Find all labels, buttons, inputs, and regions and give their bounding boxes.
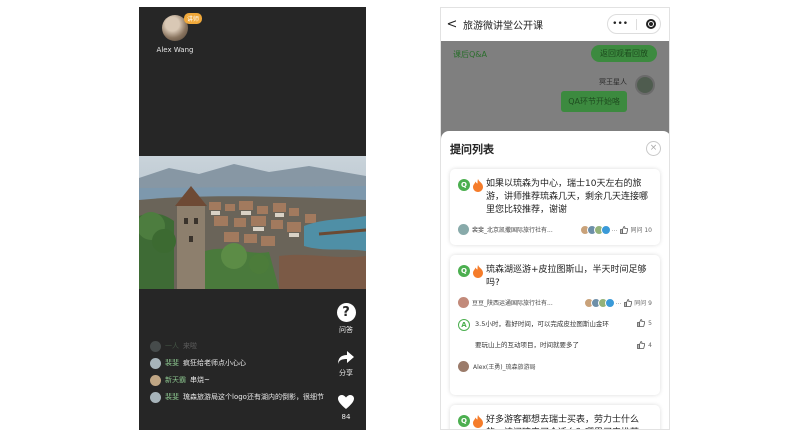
a-badge-icon: A bbox=[458, 319, 470, 331]
chat-bubble: QA环节开始咯 bbox=[561, 91, 627, 112]
like-count: 84 bbox=[341, 413, 351, 421]
thumb-up-icon bbox=[637, 341, 646, 349]
asker-name: 裴斐_北京凯撒国际旅行社有... bbox=[472, 227, 553, 234]
qa-button-label: 问答 bbox=[339, 326, 353, 334]
like-button[interactable]: 84 bbox=[334, 394, 358, 421]
asker-avatar bbox=[458, 224, 469, 235]
asker-name: 豆豆_陕西运通国际旅行社有... bbox=[472, 300, 553, 307]
answerer-avatar bbox=[458, 361, 469, 372]
same-question-count: 同问 9 bbox=[634, 300, 652, 307]
commenter-name: 一人 bbox=[165, 342, 179, 350]
question-card[interactable]: Q 好多游客都想去瑞士买表，劳力士什么的，请问琉森买合适么？哪里买表推荐 bbox=[450, 405, 660, 429]
host-tag: 讲师 bbox=[183, 13, 202, 24]
comment-text: 串烧~ bbox=[190, 376, 210, 384]
same-question-button[interactable]: 同问 10 bbox=[620, 225, 652, 234]
fire-icon bbox=[473, 265, 483, 278]
comment-item: 裴斐 琉森旅游局这个logo还有湖内的倒影，很细节 bbox=[150, 392, 335, 403]
thumb-up-icon bbox=[624, 298, 633, 307]
nav-bar: < 旅游微讲堂公开课 ••• bbox=[441, 8, 669, 41]
comment-item: 新天霸 串烧~ bbox=[150, 375, 335, 386]
question-text: 如果以琉森为中心，瑞士10天左右的旅游，讲师推荐琉森几天，剩余几天连接哪里您比较… bbox=[486, 179, 649, 215]
qa-section-title: 课后Q&A bbox=[453, 50, 488, 59]
live-stream-screen: 讲师 Alex Wang ? 问答 分享 84 一人 来啦 裴斐 疯狂给老师点小… bbox=[139, 7, 366, 430]
close-circle-icon[interactable] bbox=[645, 19, 656, 29]
same-question-avatars: ... bbox=[579, 224, 617, 235]
q-badge-icon: Q bbox=[458, 265, 470, 277]
share-button[interactable]: 分享 bbox=[334, 350, 358, 378]
question-text: 好多游客都想去瑞士买表，劳力士什么的，请问琉森买合适么？哪里买表推荐 bbox=[486, 415, 640, 429]
commenter-avatar bbox=[150, 375, 161, 386]
replay-button[interactable]: 返回观看回放 bbox=[591, 45, 657, 62]
answer-like-count: 5 bbox=[648, 319, 652, 327]
comment-item: 一人 来啦 bbox=[150, 341, 335, 352]
answer-like-button[interactable]: 4 bbox=[637, 340, 652, 350]
question-icon: ? bbox=[336, 303, 356, 322]
same-question-avatars: ... bbox=[583, 297, 621, 308]
answer-text: 3.5小时，看好时间，可以完成皮拉图斯山金环 bbox=[475, 320, 609, 328]
more-dots-icon[interactable]: ••• bbox=[612, 19, 628, 29]
host-name: Alex Wang bbox=[156, 46, 194, 54]
back-chevron-icon[interactable]: < bbox=[441, 17, 463, 32]
answer-item: A 3.5小时，看好时间，可以完成皮拉图斯山金环 5 bbox=[458, 319, 652, 331]
thumb-up-icon bbox=[620, 225, 629, 234]
share-button-label: 分享 bbox=[339, 369, 353, 377]
commenter-name: 裴斐 bbox=[165, 359, 179, 367]
lucerne-city-view bbox=[139, 156, 366, 289]
comment-text: 来啦 bbox=[183, 342, 197, 350]
same-question-button[interactable]: 同问 9 bbox=[624, 298, 652, 307]
host-info[interactable]: 讲师 Alex Wang bbox=[145, 13, 205, 54]
comment-item: 裴斐 疯狂给老师点小心心 bbox=[150, 358, 335, 369]
capsule-divider bbox=[636, 18, 638, 30]
share-arrow-icon bbox=[338, 351, 354, 364]
qa-button[interactable]: ? 问答 bbox=[334, 303, 358, 335]
close-icon[interactable]: × bbox=[646, 141, 661, 156]
chat-user-avatar bbox=[635, 75, 655, 95]
answerer-name: Alex(王勇)_琉森旅游局 bbox=[473, 364, 536, 371]
screenshot: 讲师 Alex Wang ? 问答 分享 84 一人 来啦 裴斐 疯狂给老师点小… bbox=[0, 0, 800, 440]
commenter-name: 裴斐 bbox=[165, 393, 179, 401]
panel-title: 提问列表 bbox=[450, 143, 494, 156]
asker-avatar bbox=[458, 297, 469, 308]
q-badge-icon: Q bbox=[458, 415, 470, 427]
comment-text: 琉森旅游局这个logo还有湖内的倒影，很细节 bbox=[183, 393, 324, 401]
same-question-count: 同问 10 bbox=[630, 227, 652, 234]
mini-program-screen: < 旅游微讲堂公开课 ••• 课后Q&A 返回观看回放 冥王星人 QA环节开始咯… bbox=[440, 7, 670, 430]
fire-icon bbox=[473, 415, 483, 428]
q-badge-icon: Q bbox=[458, 179, 470, 191]
capsule-menu: ••• bbox=[607, 14, 661, 34]
heart-icon bbox=[338, 395, 354, 409]
answer-like-count: 4 bbox=[648, 341, 652, 349]
host-avatar[interactable]: 讲师 bbox=[162, 13, 202, 41]
commenter-avatar bbox=[150, 358, 161, 369]
commenter-avatar bbox=[150, 392, 161, 403]
comment-feed: 一人 来啦 裴斐 疯狂给老师点小心心 新天霸 串烧~ 裴斐 琉森旅游局这个log… bbox=[150, 341, 335, 409]
thumb-up-icon bbox=[637, 319, 646, 327]
question-card[interactable]: Q 琉森湖巡游+皮拉图斯山，半天时间足够吗? 豆豆_陕西运通国际旅行社有... … bbox=[450, 255, 660, 395]
video-player[interactable] bbox=[139, 156, 366, 289]
commenter-name: 新天霸 bbox=[165, 376, 186, 384]
answer-like-button[interactable]: 5 bbox=[637, 319, 652, 327]
answer-item: 要玩山上的互动项目，时间就要多了 4 bbox=[458, 340, 652, 350]
comment-text: 疯狂给老师点小心心 bbox=[183, 359, 246, 367]
fire-icon bbox=[473, 179, 483, 192]
page-title: 旅游微讲堂公开课 bbox=[463, 21, 543, 32]
question-list-panel: 提问列表 × Q 如果以琉森为中心，瑞士10天左右的旅游，讲师推荐琉森几天，剩余… bbox=[441, 131, 669, 429]
question-card[interactable]: Q 如果以琉森为中心，瑞士10天左右的旅游，讲师推荐琉森几天，剩余几天连接哪里您… bbox=[450, 169, 660, 245]
chat-user-name: 冥王星人 bbox=[599, 78, 627, 86]
answer-text: 要玩山上的互动项目，时间就要多了 bbox=[475, 341, 579, 349]
commenter-avatar bbox=[150, 341, 161, 352]
question-text: 琉森湖巡游+皮拉图斯山，半天时间足够吗? bbox=[486, 265, 647, 288]
